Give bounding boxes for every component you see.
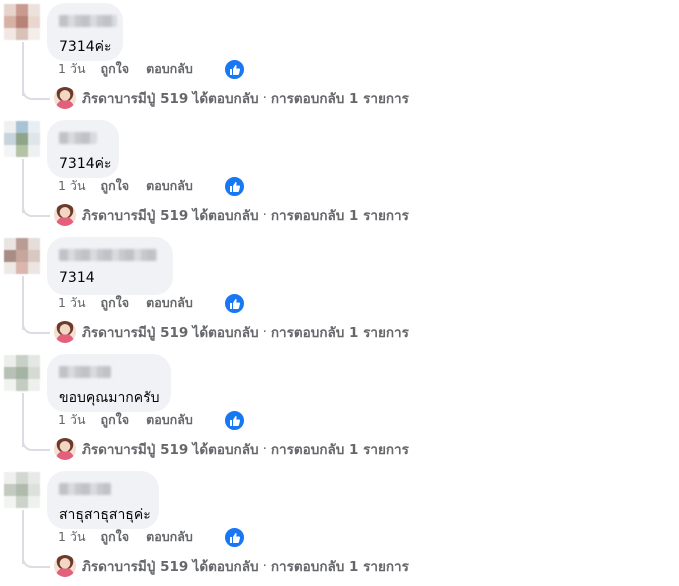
comment-bubble: สาธุสาธุสาธุค่ะ: [47, 471, 159, 529]
reply-button[interactable]: ตอบกลับ: [146, 293, 193, 313]
reply-count: การตอบกลับ 1 รายการ: [270, 325, 409, 341]
timestamp[interactable]: 1 วัน: [58, 410, 86, 430]
like-button[interactable]: ถูกใจ: [101, 410, 130, 430]
reply-verb: ได้ตอบกลับ: [192, 208, 259, 224]
separator: ·: [262, 207, 267, 223]
separator: ·: [262, 441, 267, 457]
replier-avatar: [54, 87, 76, 109]
comment-actions: 1 วัน ถูกใจ ตอบกลับ: [58, 293, 210, 313]
comment-item: 7314ค่ะ 1 วัน ถูกใจ ตอบกลับ ภิรดาบารมีปู…: [0, 0, 679, 117]
thumbs-up-icon[interactable]: [224, 410, 245, 431]
commenter-name[interactable]: [59, 132, 97, 144]
timestamp[interactable]: 1 วัน: [58, 176, 86, 196]
reply-connector: [22, 437, 50, 451]
avatar[interactable]: [4, 355, 40, 391]
reply-button[interactable]: ตอบกลับ: [146, 59, 193, 79]
reply-count: การตอบกลับ 1 รายการ: [270, 91, 409, 107]
reply-connector: [22, 320, 50, 334]
replier-name: ภิรดาบารมีปู่ 519: [82, 442, 189, 458]
thumbs-up-icon[interactable]: [224, 59, 245, 80]
replier-avatar: [54, 555, 76, 577]
thumbs-up-icon[interactable]: [224, 176, 245, 197]
comment-bubble: 7314ค่ะ: [47, 3, 123, 61]
replier-avatar: [54, 204, 76, 226]
reply-verb: ได้ตอบกลับ: [192, 91, 259, 107]
timestamp[interactable]: 1 วัน: [58, 293, 86, 313]
comment-text: 7314ค่ะ: [59, 156, 112, 172]
comment-text: สาธุสาธุสาธุค่ะ: [59, 507, 151, 523]
separator: ·: [262, 324, 267, 340]
commenter-name[interactable]: [59, 483, 111, 495]
replier-avatar: [54, 321, 76, 343]
replier-name: ภิรดาบารมีปู่ 519: [82, 208, 189, 224]
avatar[interactable]: [4, 121, 40, 157]
thumbs-up-icon[interactable]: [224, 293, 245, 314]
reply-count: การตอบกลับ 1 รายการ: [270, 442, 409, 458]
reply-verb: ได้ตอบกลับ: [192, 325, 259, 341]
comment-bubble: 7314: [47, 237, 173, 295]
view-replies-link[interactable]: ภิรดาบารมีปู่ 519 ได้ตอบกลับ · การตอบกลั…: [54, 437, 409, 461]
avatar[interactable]: [4, 472, 40, 508]
like-button[interactable]: ถูกใจ: [101, 59, 130, 79]
commenter-name[interactable]: [59, 366, 111, 378]
replier-name: ภิรดาบารมีปู่ 519: [82, 91, 189, 107]
comment-actions: 1 วัน ถูกใจ ตอบกลับ: [58, 176, 210, 196]
view-replies-link[interactable]: ภิรดาบารมีปู่ 519 ได้ตอบกลับ · การตอบกลั…: [54, 203, 409, 227]
comment-actions: 1 วัน ถูกใจ ตอบกลับ: [58, 527, 210, 547]
like-button[interactable]: ถูกใจ: [101, 527, 130, 547]
comment-item: สาธุสาธุสาธุค่ะ 1 วัน ถูกใจ ตอบกลับ ภิรด…: [0, 468, 679, 585]
view-replies-link[interactable]: ภิรดาบารมีปู่ 519 ได้ตอบกลับ · การตอบกลั…: [54, 86, 409, 110]
reply-connector: [22, 554, 50, 568]
comment-item: 7314 1 วัน ถูกใจ ตอบกลับ ภิรดาบารมีปู่ 5…: [0, 234, 679, 351]
like-button[interactable]: ถูกใจ: [101, 293, 130, 313]
comment-item: ขอบคุณมากครับ 1 วัน ถูกใจ ตอบกลับ ภิรดาบ…: [0, 351, 679, 468]
comment-actions: 1 วัน ถูกใจ ตอบกลับ: [58, 59, 210, 79]
separator: ·: [262, 558, 267, 574]
comment-text: 7314: [59, 270, 95, 286]
avatar[interactable]: [4, 238, 40, 274]
comment-actions: 1 วัน ถูกใจ ตอบกลับ: [58, 410, 210, 430]
replier-avatar: [54, 438, 76, 460]
comment-text: ขอบคุณมากครับ: [59, 390, 160, 406]
reply-verb: ได้ตอบกลับ: [192, 559, 259, 575]
view-replies-link[interactable]: ภิรดาบารมีปู่ 519 ได้ตอบกลับ · การตอบกลั…: [54, 320, 409, 344]
reply-button[interactable]: ตอบกลับ: [146, 176, 193, 196]
view-replies-link[interactable]: ภิรดาบารมีปู่ 519 ได้ตอบกลับ · การตอบกลั…: [54, 554, 409, 578]
comment-bubble: ขอบคุณมากครับ: [47, 354, 171, 412]
reply-connector: [22, 203, 50, 217]
reply-count: การตอบกลับ 1 รายการ: [270, 208, 409, 224]
commenter-name[interactable]: [59, 15, 117, 27]
like-button[interactable]: ถูกใจ: [101, 176, 130, 196]
comment-bubble: 7314ค่ะ: [47, 120, 119, 178]
reply-button[interactable]: ตอบกลับ: [146, 527, 193, 547]
avatar[interactable]: [4, 4, 40, 40]
commenter-name[interactable]: [59, 249, 157, 261]
thumbs-up-icon[interactable]: [224, 527, 245, 548]
reply-button[interactable]: ตอบกลับ: [146, 410, 193, 430]
timestamp[interactable]: 1 วัน: [58, 527, 86, 547]
replier-name: ภิรดาบารมีปู่ 519: [82, 559, 189, 575]
reply-connector: [22, 86, 50, 100]
replier-name: ภิรดาบารมีปู่ 519: [82, 325, 189, 341]
comment-text: 7314ค่ะ: [59, 39, 112, 55]
reply-verb: ได้ตอบกลับ: [192, 442, 259, 458]
timestamp[interactable]: 1 วัน: [58, 59, 86, 79]
separator: ·: [262, 90, 267, 106]
comment-item: 7314ค่ะ 1 วัน ถูกใจ ตอบกลับ ภิรดาบารมีปู…: [0, 117, 679, 234]
reply-count: การตอบกลับ 1 รายการ: [270, 559, 409, 575]
